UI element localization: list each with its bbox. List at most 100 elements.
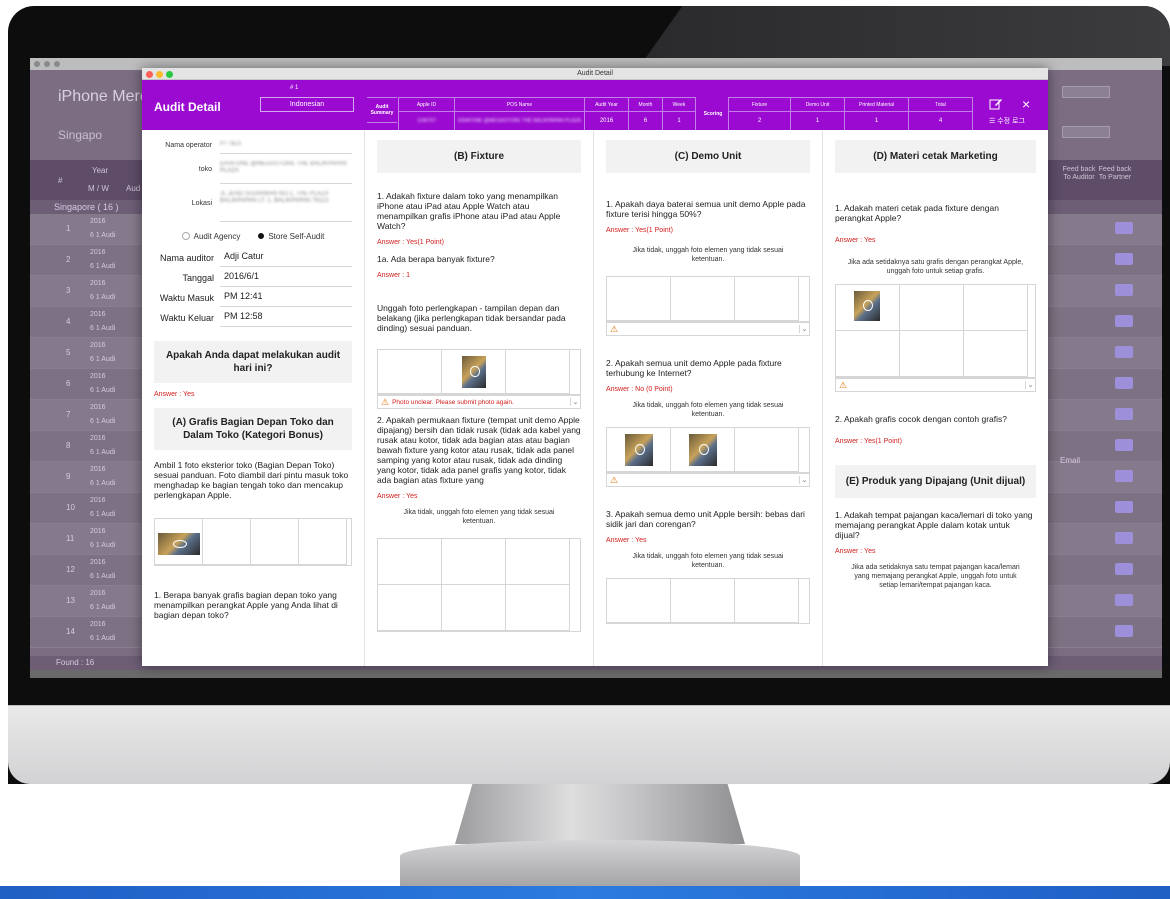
display-question-1: 1. Adakah tempat pajangan kaca/lemari di… xyxy=(835,510,1033,540)
photo-slot[interactable] xyxy=(735,579,799,623)
demo-photo-thumbnail[interactable] xyxy=(625,434,653,466)
photo-slot[interactable] xyxy=(964,285,1028,331)
zoom-dot-icon[interactable] xyxy=(166,71,173,78)
photo-slot[interactable] xyxy=(607,277,671,321)
marketing-feedback-select[interactable]: ⚠ ⌄ xyxy=(835,378,1036,392)
chevron-down-icon[interactable]: ⌄ xyxy=(1025,381,1035,389)
tanggal-label: Tanggal xyxy=(182,273,214,283)
marketing-photo-grid xyxy=(835,284,1036,378)
edit-log-label: 수정 로그 xyxy=(997,118,1025,125)
row-number: 14 xyxy=(66,627,75,636)
photo-slot[interactable] xyxy=(378,539,442,585)
row-number: 5 xyxy=(66,348,71,357)
photo-slot[interactable] xyxy=(442,585,506,631)
photo-slot[interactable] xyxy=(506,585,570,631)
summary-label: Audit Summary xyxy=(367,97,397,123)
marketing-answer-2: Answer : Yes(1 Point) xyxy=(835,438,902,445)
photo-slot[interactable] xyxy=(671,277,735,321)
demo-feedback-select-1[interactable]: ⚠ ⌄ xyxy=(606,322,810,336)
photo-feedback-select[interactable]: ⚠ Photo unclear. Please submit photo aga… xyxy=(377,395,581,409)
photo-slot[interactable] xyxy=(900,331,964,377)
photo-slot[interactable] xyxy=(900,285,964,331)
minimize-dot-icon[interactable] xyxy=(156,71,163,78)
photo-slot[interactable] xyxy=(836,331,900,377)
zoom-dot-icon[interactable] xyxy=(54,61,60,67)
demo-photo-thumbnail[interactable] xyxy=(689,434,717,466)
photo-slot[interactable] xyxy=(506,350,570,394)
radio-self-audit[interactable]: Store Self-Audit xyxy=(256,232,324,241)
row-sub: 6 1 Audi xyxy=(90,604,116,611)
photo-slot[interactable] xyxy=(671,579,735,623)
mail-icon[interactable] xyxy=(1115,625,1133,637)
col-year: Year xyxy=(92,166,109,175)
demo-question-3: 3. Apakah semua demo unit Apple bersih: … xyxy=(606,509,805,529)
mail-icon[interactable] xyxy=(1115,346,1133,358)
fixture-column: (B) Fixture 1. Adakah fixture dalam toko… xyxy=(365,130,593,666)
radio-audit-agency[interactable]: Audit Agency xyxy=(181,232,240,241)
photo-slot[interactable] xyxy=(155,519,203,565)
photo-slot[interactable] xyxy=(735,428,799,472)
chevron-down-icon[interactable]: ⌄ xyxy=(570,398,580,406)
search-box[interactable] xyxy=(1062,86,1110,98)
filter-box[interactable] xyxy=(1062,126,1110,138)
photo-slot[interactable] xyxy=(442,539,506,585)
mail-icon[interactable] xyxy=(1115,222,1133,234)
score-col-printed: Printed Material 1 xyxy=(845,98,909,130)
marketing-photo-thumbnail[interactable] xyxy=(854,291,880,321)
store-photo-thumbnail[interactable] xyxy=(158,533,200,555)
demo-hint-2: Jika tidak, unggah foto elemen yang tida… xyxy=(632,402,784,418)
demo-hint-3: Jika tidak, unggah foto elemen yang tida… xyxy=(632,553,784,569)
close-icon[interactable]: × xyxy=(1022,97,1030,111)
close-dot-icon[interactable] xyxy=(146,71,153,78)
chevron-down-icon[interactable]: ⌄ xyxy=(799,476,809,484)
close-dot-icon[interactable] xyxy=(34,61,40,67)
photo-slot[interactable] xyxy=(378,350,442,394)
mail-icon[interactable] xyxy=(1115,408,1133,420)
photo-slot[interactable] xyxy=(836,285,900,331)
photo-slot[interactable] xyxy=(251,519,299,565)
mail-icon[interactable] xyxy=(1115,315,1133,327)
email-label[interactable]: Email xyxy=(1060,456,1080,465)
mail-icon[interactable] xyxy=(1115,377,1133,389)
photo-slot[interactable] xyxy=(735,277,799,321)
mail-icon[interactable] xyxy=(1115,439,1133,451)
lokasi-value: JL JEND SUDIRMAN NO.1, THE PLAZA BALIKPA… xyxy=(220,191,329,204)
chevron-down-icon[interactable]: ⌄ xyxy=(799,325,809,333)
photo-slot[interactable] xyxy=(671,428,735,472)
photo-slot[interactable] xyxy=(442,350,506,394)
score-col-total: Total 4 xyxy=(909,98,972,130)
photo-slot[interactable] xyxy=(299,519,347,565)
operator-field: Nama operator PT SES xyxy=(154,140,352,154)
photo-slot[interactable] xyxy=(506,539,570,585)
mail-icon[interactable] xyxy=(1115,594,1133,606)
photo-slot[interactable] xyxy=(607,579,671,623)
fixture-issue-photo-grid xyxy=(377,538,581,632)
mail-icon[interactable] xyxy=(1115,563,1133,575)
photo-slot[interactable] xyxy=(203,519,251,565)
demo-photo-grid-3 xyxy=(606,578,810,624)
mail-icon[interactable] xyxy=(1115,470,1133,482)
photo-slot[interactable] xyxy=(378,585,442,631)
mail-icon[interactable] xyxy=(1115,284,1133,296)
photo-slot[interactable] xyxy=(607,428,671,472)
mail-icon[interactable] xyxy=(1115,253,1133,265)
apple-id-label: Apple ID xyxy=(399,98,454,112)
mail-icon[interactable] xyxy=(1115,501,1133,513)
fixture-question-1a: 1a. Ada berapa banyak fixture? xyxy=(377,254,495,264)
fixture-photo-thumbnail[interactable] xyxy=(462,356,486,388)
mail-icon[interactable] xyxy=(1115,532,1133,544)
minimize-dot-icon[interactable] xyxy=(44,61,50,67)
demo-photo-grid-2 xyxy=(606,427,810,473)
summary-col-pos: POS Name ERAFONE @MEGASTORE THE BALIKPAP… xyxy=(455,98,585,130)
country-select[interactable]: Singapo xyxy=(58,128,102,142)
demo-question-2: 2. Apakah semua unit demo Apple pada fix… xyxy=(606,358,782,378)
edit-log-button[interactable]: ☰ 수정 로그 xyxy=(989,116,1025,126)
photo-slot[interactable] xyxy=(964,331,1028,377)
col-hash: # xyxy=(58,176,63,185)
row-sub: 6 1 Audi xyxy=(90,542,116,549)
edit-icon[interactable] xyxy=(989,98,1003,110)
demo-feedback-select-2[interactable]: ⚠ ⌄ xyxy=(606,473,810,487)
row-number: 2 xyxy=(66,255,71,264)
language-select[interactable]: Indonesian xyxy=(260,97,354,112)
audit-year-label: Audit Year xyxy=(585,98,628,112)
